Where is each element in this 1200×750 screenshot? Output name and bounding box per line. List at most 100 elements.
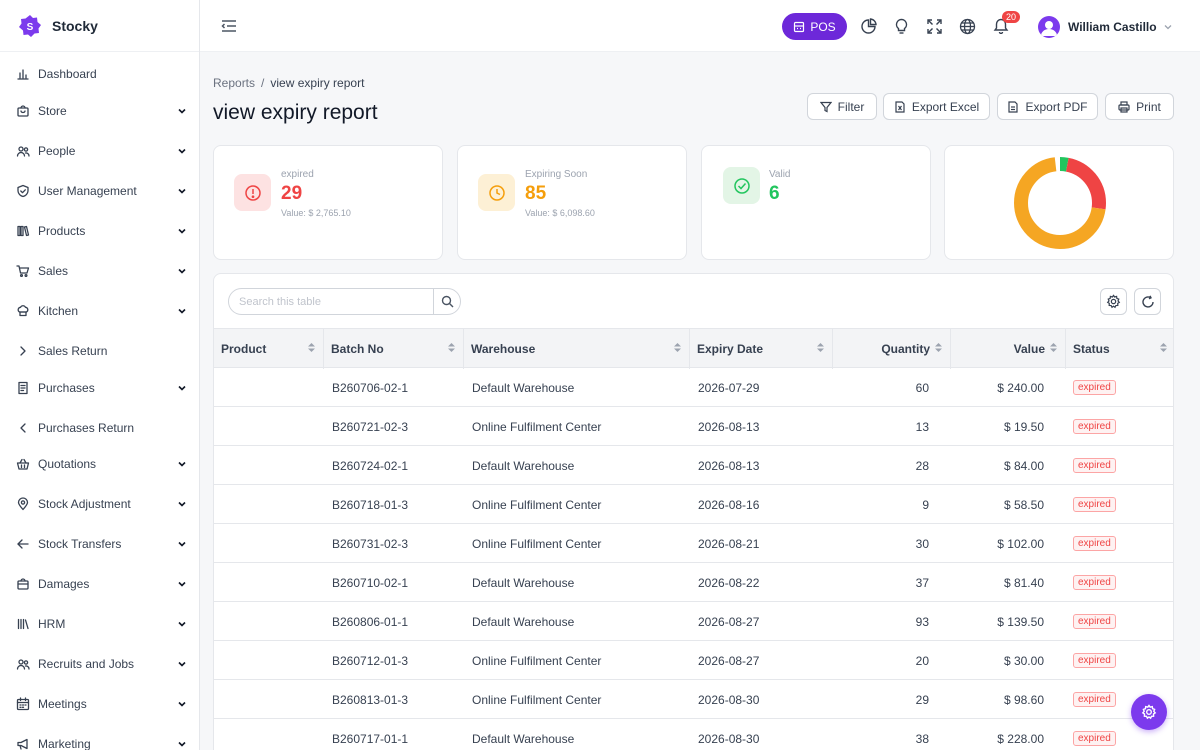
breadcrumb: Reports / view expiry report [213, 76, 364, 90]
globe-icon[interactable] [958, 17, 976, 35]
customizer-button[interactable] [1131, 694, 1167, 730]
excel-file-icon [895, 100, 905, 113]
refresh-button[interactable] [1134, 288, 1161, 315]
column-header-product[interactable]: Product [214, 329, 324, 369]
sidebar-item-label: Stock Transfers [38, 537, 122, 551]
brand[interactable]: S Stocky [0, 0, 199, 52]
export-excel-button[interactable]: Export Excel [883, 93, 990, 120]
search-input[interactable] [229, 289, 433, 314]
bag-icon [16, 577, 30, 591]
sidebar-nav: Dashboard Store People User Management Produ… [0, 52, 199, 750]
fullscreen-icon[interactable] [925, 17, 943, 35]
chevron-down-icon [176, 738, 188, 750]
cell-expiry: 2026-08-13 [698, 458, 760, 473]
table-row[interactable]: B260721-02-3 Online Fulfilment Center 2026… [214, 407, 1173, 446]
sidebar-item-sales[interactable]: Sales [0, 256, 199, 286]
table-row[interactable]: B260731-02-3 Online Fulfilment Center 2026… [214, 524, 1173, 563]
table-row[interactable]: B260806-01-1 Default Warehouse 2026-08-27 9… [214, 602, 1173, 641]
sidebar-item-sales-return[interactable]: Sales Return [0, 336, 199, 366]
table-row[interactable]: B260813-01-3 Online Fulfilment Center 2026… [214, 680, 1173, 719]
chevron-down-icon [176, 305, 188, 317]
map-pin-icon [16, 497, 30, 511]
table-row[interactable]: B260718-01-3 Online Fulfilment Center 2026… [214, 485, 1173, 524]
column-header-value[interactable]: Value [951, 329, 1066, 369]
table-row[interactable]: B260706-02-1 Default Warehouse 2026-07-29 6… [214, 368, 1173, 407]
menu-toggle-icon[interactable] [220, 17, 238, 35]
sidebar-item-stock-transfers[interactable]: Stock Transfers [0, 529, 199, 559]
sidebar-item-user-management[interactable]: User Management [0, 176, 199, 206]
status-badge: expired [1073, 380, 1116, 395]
status-badge: expired [1073, 419, 1116, 434]
table-row[interactable]: B260712-01-3 Online Fulfilment Center 2026… [214, 641, 1173, 680]
column-header-warehouse[interactable]: Warehouse [464, 329, 690, 369]
table-row[interactable]: B260717-01-1 Default Warehouse 2026-08-30 3… [214, 719, 1173, 750]
pos-label: POS [810, 19, 836, 34]
cell-qty: 93 [915, 614, 929, 629]
sidebar-item-people[interactable]: People [0, 136, 199, 166]
filter-button[interactable]: Filter [807, 93, 877, 120]
column-header-quantity[interactable]: Quantity [833, 329, 951, 369]
cell-value: $ 81.40 [1003, 575, 1044, 590]
print-button[interactable]: Print [1105, 93, 1174, 120]
cell-product [214, 407, 324, 446]
cell-value: $ 139.50 [997, 614, 1044, 629]
library-icon [16, 617, 30, 631]
sidebar-item-purchases-return[interactable]: Purchases Return [0, 413, 199, 443]
sort-icon [816, 342, 826, 356]
settings-button[interactable] [1100, 288, 1127, 315]
sidebar-item-store[interactable]: Store [0, 96, 199, 126]
user-name: William Castillo [1068, 20, 1157, 34]
sidebar-item-marketing[interactable]: Marketing [0, 729, 199, 750]
lightbulb-icon[interactable] [892, 17, 910, 35]
sidebar-item-label: Meetings [38, 697, 87, 711]
table-row[interactable]: B260710-02-1 Default Warehouse 2026-08-22 3… [214, 563, 1173, 602]
top-header: POS 20 William Castillo [200, 0, 1200, 52]
sidebar-item-dashboard[interactable]: Dashboard [0, 59, 199, 89]
cell-qty: 37 [915, 575, 929, 590]
cell-batch: B260813-01-3 [332, 692, 409, 707]
sidebar-item-label: Dashboard [38, 67, 97, 81]
chevron-down-icon [176, 538, 188, 550]
cell-value: $ 58.50 [1003, 497, 1044, 512]
chevron-down-icon [176, 382, 188, 394]
user-menu[interactable]: William Castillo [1038, 14, 1173, 40]
sidebar-item-meetings[interactable]: Meetings [0, 689, 199, 719]
sidebar-item-hrm[interactable]: HRM [0, 609, 199, 639]
sidebar-item-purchases[interactable]: Purchases [0, 373, 199, 403]
sidebar-item-recruits-and-jobs[interactable]: Recruits and Jobs [0, 649, 199, 679]
sidebar-item-stock-adjustment[interactable]: Stock Adjustment [0, 489, 199, 519]
avatar [1038, 16, 1060, 38]
cell-product [214, 602, 324, 641]
basket-icon [16, 457, 30, 471]
pos-button[interactable]: POS [782, 13, 847, 40]
clock-icon [478, 174, 515, 211]
filter-icon [819, 101, 832, 112]
cell-warehouse: Online Fulfilment Center [472, 497, 602, 512]
sidebar-item-kitchen[interactable]: Kitchen [0, 296, 199, 326]
sidebar-item-damages[interactable]: Damages [0, 569, 199, 599]
bar-chart-icon [16, 67, 30, 81]
export-pdf-button[interactable]: Export PDF [997, 93, 1098, 120]
table-row[interactable]: B260724-02-1 Default Warehouse 2026-08-13 2… [214, 446, 1173, 485]
column-header-expiry-date[interactable]: Expiry Date [690, 329, 833, 369]
expiring-soon-card: Expiring Soon 85 Value: $ 6,098.60 [457, 145, 687, 260]
chevron-down-icon [176, 225, 188, 237]
sidebar-item-quotations[interactable]: Quotations [0, 449, 199, 479]
sidebar-item-products[interactable]: Products [0, 216, 199, 246]
column-header-status[interactable]: Status [1066, 329, 1173, 369]
breadcrumb-parent[interactable]: Reports [213, 76, 255, 90]
page-title: view expiry report [213, 101, 378, 124]
valid-card: Valid 6 [701, 145, 931, 260]
status-badge: expired [1073, 458, 1116, 473]
store-bag-icon [16, 104, 30, 118]
arrow-left-icon [16, 537, 30, 551]
search-icon[interactable] [433, 289, 460, 314]
pie-chart-icon[interactable] [859, 17, 877, 35]
column-header-label: Product [221, 342, 267, 356]
chevron-down-icon [176, 578, 188, 590]
chevron-down-icon [176, 145, 188, 157]
megaphone-icon [16, 737, 30, 750]
alert-circle-icon [234, 174, 271, 211]
breadcrumb-current: view expiry report [270, 76, 365, 90]
column-header-batch-no[interactable]: Batch No [324, 329, 464, 369]
